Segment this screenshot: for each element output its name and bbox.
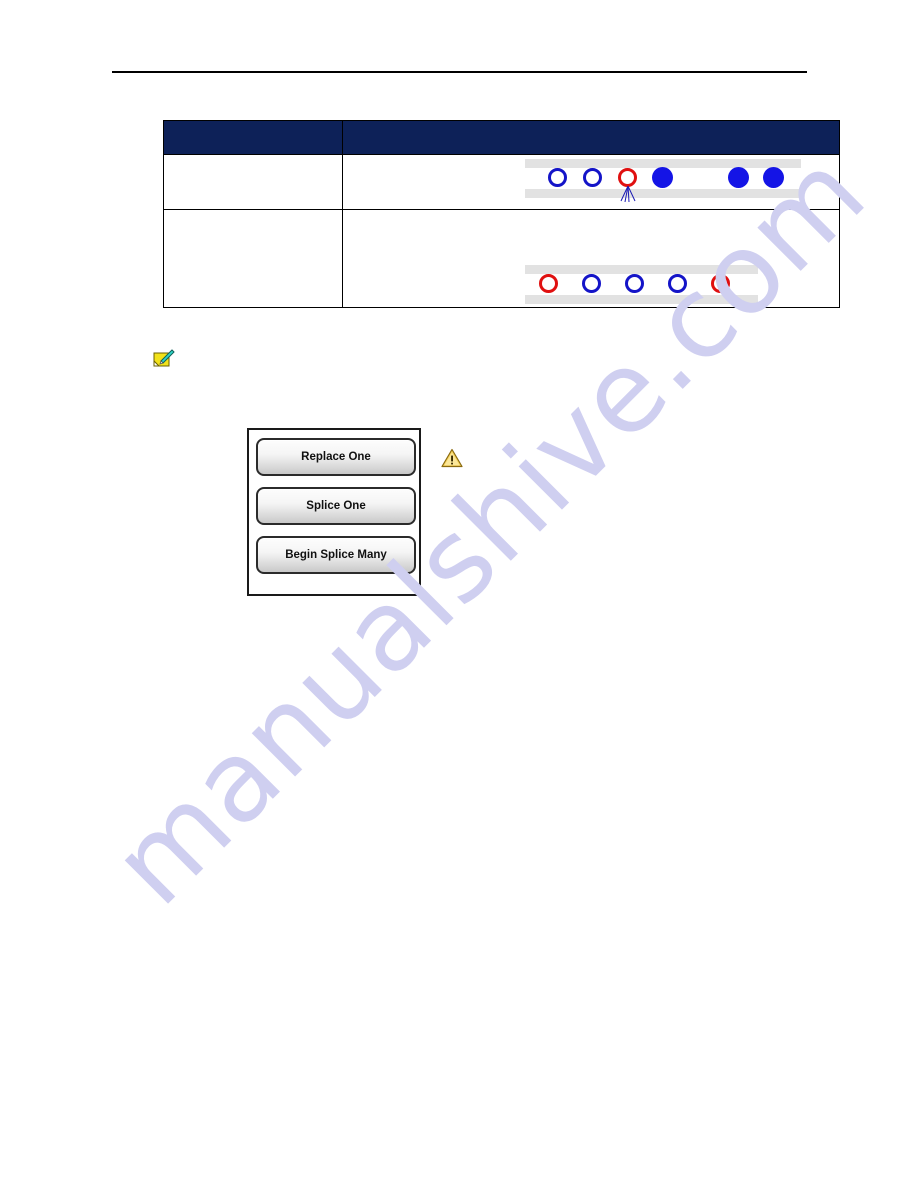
splice-many-strip	[343, 210, 839, 307]
table-cell-action-1	[163, 154, 343, 210]
strip-circle-filled-blue	[651, 167, 673, 188]
strip-band-bottom	[524, 295, 758, 304]
strip-circle-hollow-red-selected	[617, 168, 637, 187]
splice-one-button[interactable]: Splice One	[256, 487, 416, 525]
table-cell-result-2	[341, 209, 841, 308]
table-cell-action-1-text	[164, 155, 342, 163]
warning-triangle-icon	[441, 448, 463, 468]
pointer-fan-icon	[620, 186, 636, 202]
table-header-cell-result	[341, 120, 841, 155]
strip-circle-hollow-red	[538, 274, 558, 293]
strip-band-top	[524, 265, 758, 274]
strip-circle-filled-blue	[762, 167, 784, 188]
table-header-cell-action	[163, 120, 343, 155]
begin-splice-many-button[interactable]: Begin Splice Many	[256, 536, 416, 574]
strip-circle-hollow-blue	[581, 274, 601, 293]
table-row	[163, 154, 841, 210]
replace-one-button[interactable]: Replace One	[256, 438, 416, 476]
strip-circle-hollow-blue	[582, 168, 602, 187]
procedure-table	[163, 120, 841, 308]
note-pen-icon	[153, 349, 175, 367]
page-header-rule	[112, 71, 807, 73]
table-row	[163, 209, 841, 308]
table-cell-action-2-text	[164, 210, 342, 218]
strip-circle-hollow-blue	[667, 274, 687, 293]
strip-band-bottom	[524, 189, 801, 198]
strip-circle-hollow-blue	[547, 168, 567, 187]
table-cell-result-2-text	[343, 210, 839, 218]
strip-circle-hollow-blue	[624, 274, 644, 293]
splice-one-strip	[343, 155, 839, 209]
strip-circle-filled-blue	[727, 167, 749, 188]
splice-action-button-panel: Replace One Splice One Begin Splice Many	[247, 428, 421, 596]
strip-circle-hollow-red	[710, 274, 730, 293]
table-header-row	[163, 120, 841, 155]
table-cell-result-1	[341, 154, 841, 210]
table-cell-action-2	[163, 209, 343, 308]
